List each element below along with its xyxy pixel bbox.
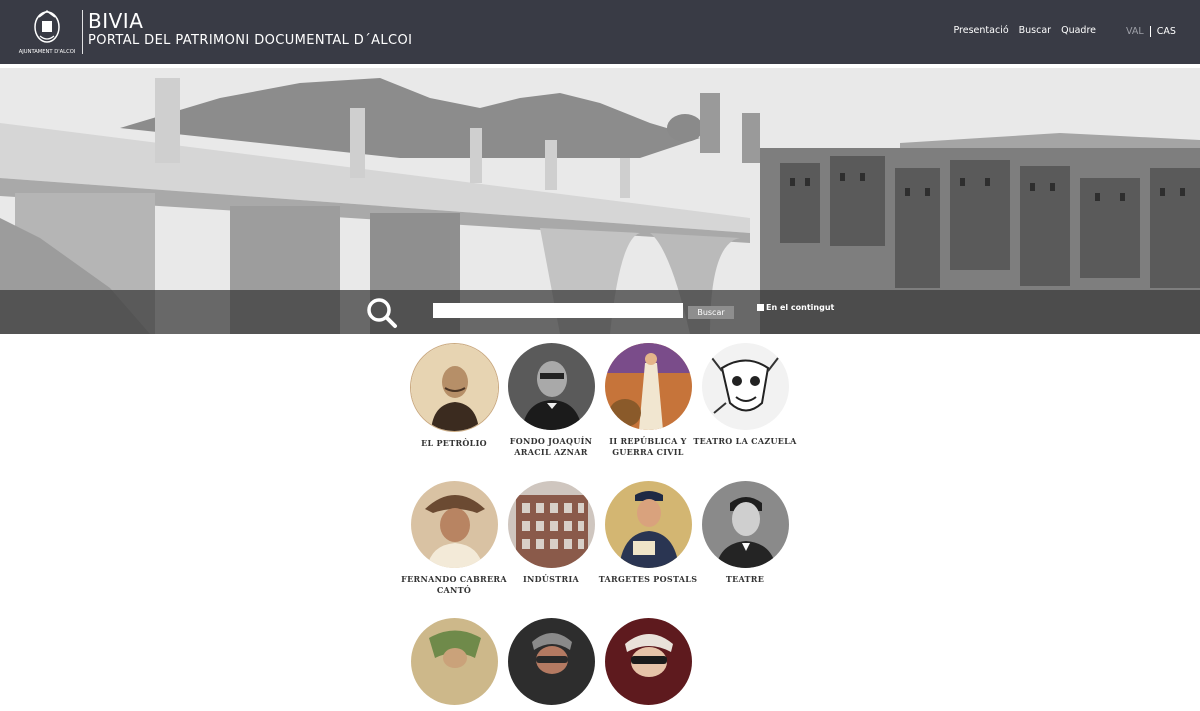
collection-thumbnail[interactable] bbox=[507, 618, 595, 705]
site-title[interactable]: BIVIA bbox=[88, 9, 143, 33]
collection-teatre[interactable]: TEATRE bbox=[690, 481, 800, 585]
collection-teatro-la-cazuela[interactable]: TEATRO LA CAZUELA bbox=[690, 343, 800, 447]
nav-quadre[interactable]: Quadre bbox=[1061, 25, 1096, 36]
collection-label[interactable]: II REPÚBLICA Y GUERRA CIVIL bbox=[593, 436, 703, 458]
collection-item-9[interactable] bbox=[399, 618, 509, 711]
site-header: AJUNTAMENT D'ALCOI BIVIA PORTAL DEL PATR… bbox=[0, 0, 1200, 64]
nav-buscar[interactable]: Buscar bbox=[1019, 25, 1051, 36]
collection-label[interactable]: TARGETES POSTALS bbox=[593, 574, 703, 585]
collection-ii-republica-y-guerra-civil[interactable]: II REPÚBLICA Y GUERRA CIVIL bbox=[593, 343, 703, 458]
collection-item-10[interactable] bbox=[496, 618, 606, 711]
main-nav: Presentació Buscar Quadre bbox=[954, 25, 1097, 36]
collection-fernando-cabrera-canto[interactable]: FERNANDO CABRERA CANTÓ bbox=[399, 481, 509, 596]
collection-label[interactable]: FONDO JOAQUÍN ARACIL AZNAR bbox=[496, 436, 606, 458]
collection-thumbnail[interactable] bbox=[507, 343, 595, 430]
search-button[interactable]: Buscar bbox=[688, 306, 734, 319]
collection-label[interactable]: TEATRO LA CAZUELA bbox=[690, 436, 800, 447]
collection-fondo-joaquin-aracil-aznar[interactable]: FONDO JOAQUÍN ARACIL AZNAR bbox=[496, 343, 606, 458]
nav-presentacio[interactable]: Presentació bbox=[954, 25, 1009, 36]
collection-label[interactable]: INDÚSTRIA bbox=[496, 574, 606, 585]
collection-industria[interactable]: INDÚSTRIA bbox=[496, 481, 606, 585]
search-input[interactable] bbox=[433, 303, 683, 318]
collection-thumbnail[interactable] bbox=[507, 481, 595, 568]
collection-thumbnail[interactable] bbox=[701, 481, 789, 568]
collection-item-11[interactable] bbox=[593, 618, 703, 711]
collection-label[interactable]: FERNANDO CABRERA CANTÓ bbox=[399, 574, 509, 596]
search-in-content-checkbox[interactable] bbox=[757, 304, 764, 311]
collection-thumbnail[interactable] bbox=[409, 343, 499, 432]
lang-val[interactable]: VAL bbox=[1120, 26, 1150, 37]
collection-label[interactable]: TEATRE bbox=[690, 574, 800, 585]
collection-thumbnail[interactable] bbox=[604, 343, 692, 430]
search-in-content-option[interactable]: En el contingut bbox=[757, 303, 834, 312]
coat-of-arms-icon: AJUNTAMENT D'ALCOI bbox=[19, 10, 76, 55]
collection-thumbnail[interactable] bbox=[410, 618, 498, 705]
collection-label[interactable]: EL PETRÒLIO bbox=[399, 438, 509, 449]
search-in-content-label: En el contingut bbox=[766, 303, 835, 312]
collection-thumbnail[interactable] bbox=[701, 343, 789, 430]
language-switcher: VAL CAS bbox=[1120, 20, 1182, 42]
site-subtitle: PORTAL DEL PATRIMONI DOCUMENTAL D´ALCOI bbox=[88, 33, 413, 48]
search-icon[interactable] bbox=[364, 295, 398, 329]
ajuntament-logo[interactable]: AJUNTAMENT D'ALCOI bbox=[14, 8, 80, 56]
collection-thumbnail[interactable] bbox=[604, 618, 692, 705]
collection-el-petrolio[interactable]: EL PETRÒLIO bbox=[399, 343, 509, 449]
logo-caption: AJUNTAMENT D'ALCOI bbox=[19, 49, 76, 55]
logo-divider bbox=[82, 10, 83, 54]
lang-cas[interactable]: CAS bbox=[1149, 25, 1182, 37]
collection-thumbnail[interactable] bbox=[604, 481, 692, 568]
collection-thumbnail[interactable] bbox=[410, 481, 498, 568]
collection-targetes-postals[interactable]: TARGETES POSTALS bbox=[593, 481, 703, 585]
